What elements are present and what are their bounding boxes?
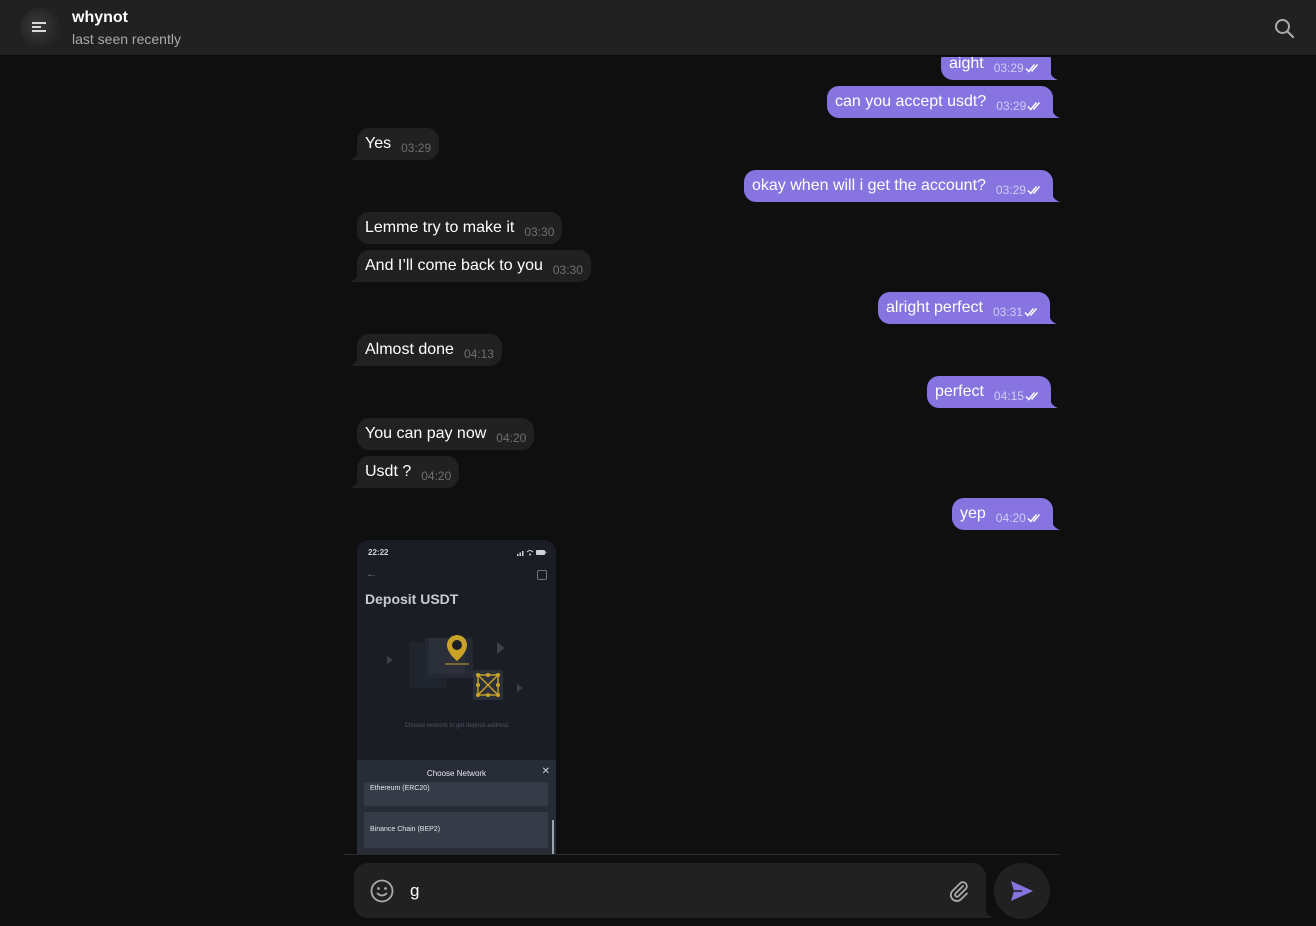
message-bubble[interactable]: aight 03:29 — [941, 57, 1058, 80]
message-text: Lemme try to make it — [365, 219, 515, 236]
message-bubble[interactable]: Yes 03:29 — [350, 128, 440, 160]
search-icon[interactable] — [1272, 16, 1298, 42]
message-meta: 03:29 — [996, 90, 1045, 122]
message-text: can you accept usdt? — [835, 93, 987, 110]
message-bubble[interactable]: perfect 04:15 — [927, 376, 1058, 408]
composer-divider — [344, 854, 1060, 855]
message-meta: 03:29 — [994, 57, 1043, 84]
paperclip-icon[interactable] — [947, 879, 971, 903]
read-check-icon — [1027, 514, 1040, 523]
message-text: And I’ll come back to you — [365, 257, 543, 274]
message-bubble[interactable]: You can pay now 04:20 — [357, 418, 535, 450]
message-meta: 04:15 — [994, 380, 1043, 412]
read-check-icon — [1027, 186, 1041, 195]
deposit-illustration — [387, 635, 523, 700]
message-time: 03:30 — [552, 263, 583, 277]
message-bubble[interactable]: Lemme try to make it 03:30 — [357, 212, 563, 244]
message-text: aight — [949, 57, 984, 72]
chat-status: last seen recently — [72, 31, 181, 47]
read-check-icon — [1025, 392, 1039, 401]
message-meta: 04:20 — [996, 502, 1045, 534]
avatar[interactable] — [20, 8, 60, 48]
message-meta: 03:29 — [996, 174, 1045, 206]
send-icon — [1011, 881, 1033, 901]
read-check-icon — [1024, 308, 1038, 317]
avatar-image — [32, 22, 46, 36]
message-text: Almost done — [365, 341, 454, 358]
message-time: 03:29 — [401, 141, 432, 155]
message-text: alright perfect — [886, 299, 983, 316]
sheet-title: Choose Network — [426, 769, 487, 778]
chat-header: whynot last seen recently — [0, 0, 1316, 56]
chat-name[interactable]: whynot — [72, 9, 128, 27]
message-time: 04:13 — [463, 347, 494, 361]
message-bubble[interactable]: Almost done 04:13 — [350, 334, 502, 366]
message-bubble[interactable]: And I’ll come back to you 03:30 — [350, 250, 591, 282]
message-text: Yes — [365, 135, 392, 152]
status-bar-icons — [517, 550, 547, 556]
photo-caption: Choose network to get deposit address — [404, 723, 509, 729]
read-check-icon — [1025, 64, 1038, 73]
message-composer — [354, 863, 986, 918]
send-button[interactable] — [994, 863, 1050, 919]
message-text: okay when will i get the account? — [752, 177, 986, 194]
message-time: 03:30 — [524, 225, 555, 239]
network-option: Binance Chain (BEP2) — [364, 812, 548, 848]
sheet-close-icon: ✕ — [541, 766, 550, 777]
composer-tail — [985, 905, 994, 918]
message-bubble[interactable]: Usdt ? 04:20 — [350, 456, 460, 488]
sheet-scrollbar — [552, 820, 554, 854]
choose-network-sheet: Choose Network ✕ Ethereum (ERC20) Binanc… — [357, 760, 556, 854]
message-text: yep — [960, 505, 986, 522]
message-bubble[interactable]: okay when will i get the account? 03:29 — [744, 170, 1060, 202]
photo-title: Deposit USDT — [365, 591, 459, 607]
photo-message[interactable]: 22:22 ← Deposit USDT Choose network to g… — [357, 540, 556, 854]
message-list[interactable]: aight 03:29 can you accept usdt? 03:29 Yes… — [0, 57, 1316, 854]
message-text: You can pay now — [365, 425, 487, 442]
message-time: 04:20 — [496, 431, 527, 445]
message-bubble[interactable]: yep 04:20 — [952, 498, 1060, 530]
photo-back-arrow-icon: ← — [366, 568, 377, 580]
message-time: 04:20 — [421, 469, 452, 483]
photo-help-icon — [537, 570, 547, 580]
message-bubble[interactable]: alright perfect 03:31 — [878, 292, 1057, 324]
message-bubble[interactable]: can you accept usdt? 03:29 — [827, 86, 1061, 118]
network-option: Ethereum (ERC20) — [364, 782, 548, 806]
emoji-icon[interactable] — [369, 878, 395, 904]
message-text: Usdt ? — [365, 463, 412, 480]
message-meta: 03:31 — [993, 296, 1042, 328]
photo-status-time: 22:22 — [368, 548, 389, 557]
message-text: perfect — [935, 383, 984, 400]
read-check-icon — [1027, 102, 1041, 111]
message-input[interactable] — [410, 877, 930, 905]
